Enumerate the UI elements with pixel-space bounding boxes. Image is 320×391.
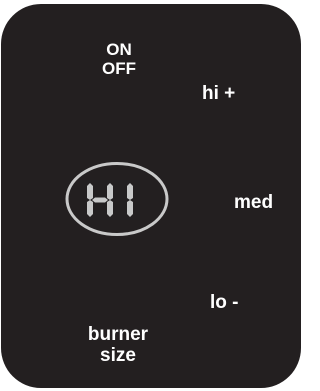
segment-h-right-lower (107, 200, 113, 217)
size-label: size (100, 345, 136, 366)
on-label: ON (106, 40, 132, 59)
segment-h-left-upper (87, 183, 93, 200)
segment-i-lower (127, 200, 133, 217)
seven-segment-digits (87, 183, 133, 217)
burner-label: burner (87, 324, 149, 345)
lo-minus-button[interactable]: lo - (210, 293, 239, 312)
off-label: OFF (102, 59, 136, 78)
segment-i-upper (127, 183, 133, 200)
on-off-button[interactable]: ON OFF (89, 40, 149, 78)
segment-h-left-lower (87, 200, 93, 217)
heat-level-display: HI (65, 162, 169, 236)
cooktop-control-panel: ON OFF hi + med lo - burner size HI (1, 4, 301, 388)
med-button[interactable]: med (234, 193, 273, 212)
segment-h-middle (92, 197, 108, 203)
display-ring (65, 162, 169, 236)
hi-plus-button[interactable]: hi + (202, 84, 235, 103)
segment-h-right-upper (107, 183, 113, 200)
burner-size-button[interactable]: burner size (73, 324, 163, 366)
